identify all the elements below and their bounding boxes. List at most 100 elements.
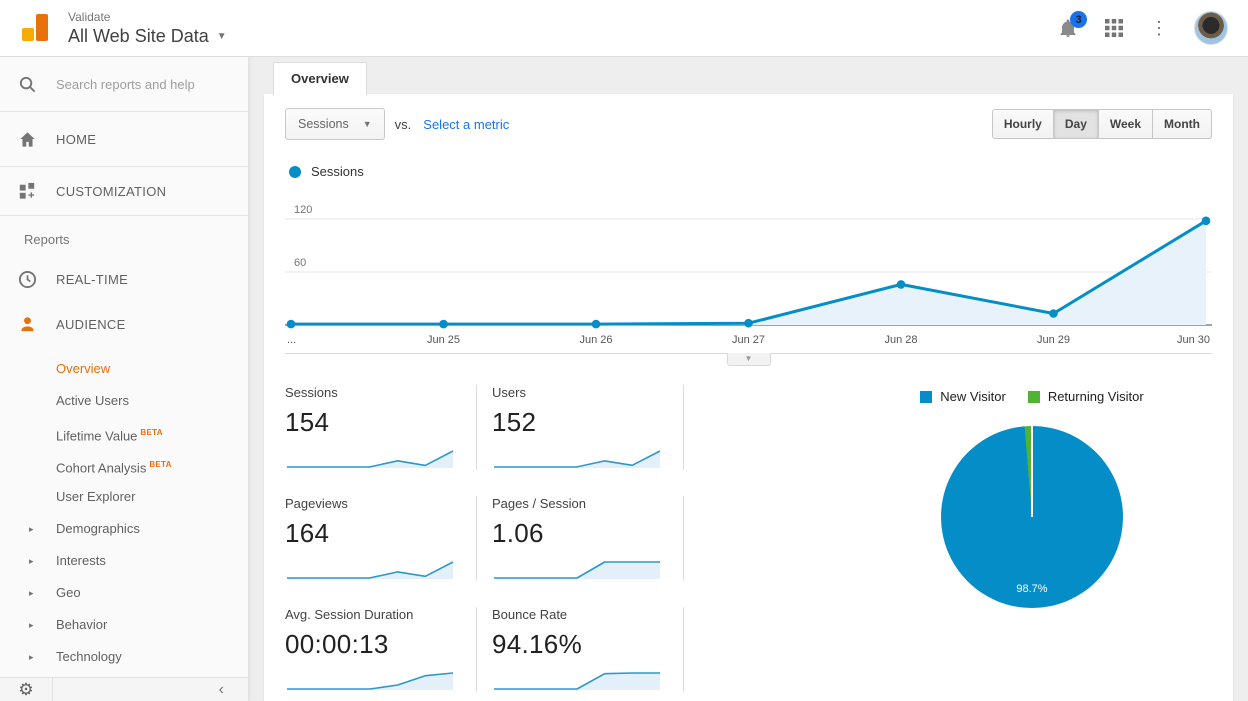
card-sparkline: [494, 450, 661, 468]
notifications-button[interactable]: 3: [1058, 11, 1087, 38]
avatar[interactable]: [1194, 11, 1228, 45]
sidebar-item-label: Interests: [56, 553, 106, 568]
svg-text:Jun 29: Jun 29: [1037, 334, 1070, 346]
visitor-pie-chart[interactable]: 98.7%: [941, 426, 1123, 608]
sidebar-item-label: AUDIENCE: [56, 316, 126, 332]
sidebar-item-demographics[interactable]: ▸ Demographics: [0, 513, 248, 545]
card-sessions[interactable]: Sessions 154: [285, 385, 477, 470]
vs-label: vs.: [394, 116, 412, 132]
sidebar-item-label: Lifetime Value: [56, 428, 138, 444]
series-dot-icon: [289, 165, 301, 178]
sidebar-item-technology[interactable]: ▸ Technology: [0, 641, 248, 673]
sidebar-item-active-users[interactable]: Active Users: [0, 385, 248, 417]
clock-icon: [16, 270, 38, 289]
sidebar-item-interests[interactable]: ▸ Interests: [0, 545, 248, 577]
card-sparkline: [287, 672, 454, 690]
metric-cards: Sessions 154 Users 152 Pageviews 164 Pages / S…: [285, 385, 699, 701]
card-value: 164: [285, 518, 330, 548]
person-icon: [16, 315, 38, 334]
gear-icon: ⚙: [18, 679, 34, 699]
sidebar-item-overview[interactable]: Overview: [0, 353, 248, 385]
card-value: 154: [285, 407, 330, 437]
sidebar-item-user-explorer[interactable]: User Explorer: [0, 481, 248, 513]
series-legend-label: Sessions: [311, 164, 364, 179]
sessions-line-chart[interactable]: 60 120... Jun 25 Jun 26 Jun 27 Jun 28 Jun 29 Ju…: [285, 189, 1233, 353]
granularity-week[interactable]: Week: [1097, 110, 1153, 138]
card-value: 152: [492, 407, 537, 437]
collapse-sidebar-button[interactable]: ‹: [219, 681, 248, 699]
svg-text:Jun 26: Jun 26: [579, 334, 612, 346]
card-avg-session-duration[interactable]: Avg. Session Duration 00:00:13: [285, 607, 477, 692]
granularity-day[interactable]: Day: [1052, 110, 1098, 138]
expand-arrow-icon[interactable]: ▸: [29, 513, 34, 545]
customization-icon: [16, 182, 38, 200]
sidebar-item-audience[interactable]: AUDIENCE: [0, 301, 248, 347]
card-pages-session[interactable]: Pages / Session 1.06: [492, 496, 684, 581]
expand-arrow-icon[interactable]: ▸: [29, 609, 34, 641]
sidebar-item-label: Demographics: [56, 521, 140, 536]
metric-dropdown[interactable]: Sessions ▼: [285, 108, 385, 140]
expand-arrow-icon[interactable]: ▸: [29, 641, 34, 673]
sidebar-item-label: Overview: [56, 361, 111, 376]
sidebar-item-label: Active Users: [56, 393, 129, 408]
apps-grid-button[interactable]: [1104, 18, 1124, 38]
chevron-left-icon: ‹: [218, 680, 224, 698]
tab-overview[interactable]: Overview: [273, 62, 367, 95]
property-name: All Web Site Data: [68, 25, 209, 46]
card-sparkline: [494, 672, 660, 690]
card-pageviews[interactable]: Pageviews 164: [285, 496, 477, 581]
expand-arrow-icon[interactable]: ▸: [29, 577, 34, 609]
beta-badge: BETA: [140, 428, 163, 437]
sidebar-item-label: HOME: [56, 131, 97, 147]
visitor-pie-block: New Visitor Returning Visitor 98.7%: [867, 385, 1197, 701]
sidebar-item-geo[interactable]: ▸ Geo: [0, 577, 248, 609]
sidebar-item-label: Geo: [56, 585, 81, 600]
select-metric-link[interactable]: Select a metric: [423, 117, 509, 132]
card-sparkline: [287, 450, 454, 468]
card-label: Sessions: [285, 385, 338, 400]
card-label: Pages / Session: [492, 496, 586, 511]
expand-arrow-icon[interactable]: ▸: [29, 545, 34, 577]
sidebar-item-label: Behavior: [56, 617, 108, 632]
beta-badge: BETA: [149, 460, 172, 469]
legend-swatch-icon: [920, 390, 933, 403]
chevron-down-icon: ▼: [362, 119, 372, 129]
search-input[interactable]: Search reports and help: [0, 57, 248, 112]
sidebar-item-customization[interactable]: CUSTOMIZATION: [0, 167, 248, 216]
chevron-down-icon: ▼: [744, 354, 753, 363]
svg-text:Jun 27: Jun 27: [732, 334, 765, 346]
card-sparkline: [287, 561, 454, 579]
granularity-hourly[interactable]: Hourly: [992, 110, 1053, 138]
app-bar: Validate All Web Site Data ▼ 3 ⋮: [0, 0, 1248, 57]
account-switcher[interactable]: Validate All Web Site Data ▼: [68, 10, 227, 47]
card-sparkline: [494, 561, 660, 579]
search-placeholder: Search reports and help: [56, 76, 195, 92]
sidebar-footer: ⚙ ‹: [0, 677, 248, 701]
admin-settings-button[interactable]: ⚙: [0, 678, 53, 701]
card-value: 94.16%: [492, 629, 582, 659]
reports-section-heading: Reports: [24, 232, 70, 247]
main-content: Overview Sessions ▼ vs. Select a metric …: [248, 57, 1248, 701]
sidebar-item-realtime[interactable]: REAL-TIME: [0, 257, 248, 301]
card-users[interactable]: Users 152: [492, 385, 684, 470]
card-bounce-rate[interactable]: Bounce Rate 94.16%: [492, 607, 684, 692]
search-icon: [16, 75, 38, 94]
account-name: Validate: [68, 9, 111, 24]
svg-text:Jun 28: Jun 28: [884, 334, 917, 346]
chart-legend: Sessions: [289, 164, 1233, 179]
sidebar-item-home[interactable]: HOME: [0, 112, 248, 167]
legend-label: Returning Visitor: [1047, 389, 1144, 404]
svg-text:120: 120: [294, 204, 312, 216]
sidebar-item-lifetime-value[interactable]: Lifetime Value BETA: [0, 417, 248, 449]
sidebar-item-cohort-analysis[interactable]: Cohort Analysis BETA: [0, 449, 248, 481]
expand-annotations-button[interactable]: ▼: [726, 353, 771, 366]
analytics-logo-icon[interactable]: [22, 14, 50, 42]
sidebar-item-label: Cohort Analysis: [56, 460, 147, 476]
svg-text:...: ...: [287, 334, 296, 346]
apps-grid-icon: [1105, 19, 1123, 37]
notification-count-badge: 3: [1070, 11, 1087, 28]
sidebar-item-behavior[interactable]: ▸ Behavior: [0, 609, 248, 641]
granularity-month[interactable]: Month: [1152, 110, 1211, 138]
more-options-button[interactable]: ⋮: [1150, 19, 1168, 37]
legend-label: New Visitor: [940, 389, 1006, 404]
